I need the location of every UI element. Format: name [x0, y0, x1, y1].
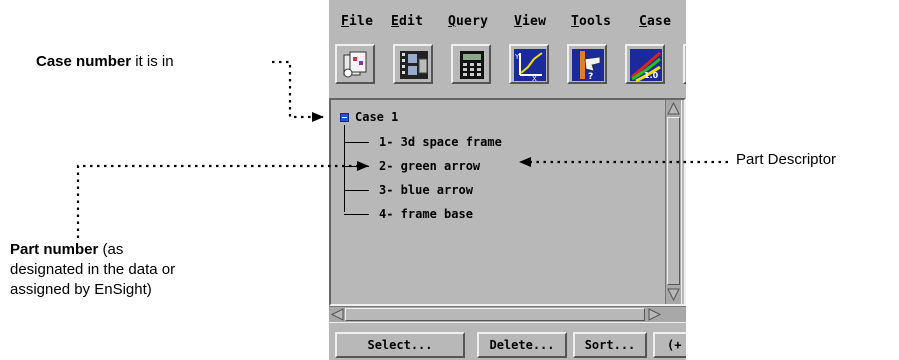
sphere-icon-button[interactable] [683, 44, 686, 84]
menu-case[interactable]: Case [639, 14, 671, 29]
query-hand-icon-button[interactable]: ? [567, 44, 607, 84]
collapse-icon[interactable] [340, 112, 349, 122]
parts-list[interactable]: Case 1 1- 3d space frame 2- green arrow … [329, 98, 686, 306]
case-label: Case 1 [355, 110, 399, 124]
sort-button[interactable]: Sort... [573, 332, 647, 358]
calculator-icon [460, 51, 484, 79]
svg-text:?: ? [588, 72, 593, 82]
horizontal-scroll-thumb[interactable] [345, 308, 645, 321]
menu-file[interactable]: File [341, 14, 373, 29]
delete-button[interactable]: Delete... [477, 332, 567, 358]
part-label: 2- green arrow [379, 159, 481, 173]
part-label: 4- frame base [379, 207, 473, 221]
horizontal-scrollbar[interactable] [329, 306, 686, 323]
calculator-icon-button[interactable] [451, 44, 491, 84]
part-label: 1- 3d space frame [379, 135, 502, 149]
case-number-annotation: Case number it is in [36, 53, 174, 70]
query-hand-icon: ? [572, 49, 604, 82]
scroll-right-icon[interactable] [647, 308, 662, 321]
scroll-up-icon[interactable] [667, 101, 680, 116]
colormap-icon-button[interactable]: 1.0 [625, 44, 665, 84]
part-number-leader-line [76, 161, 369, 238]
colormap-icon: 1.0 [630, 49, 662, 83]
menu-view[interactable]: View [514, 14, 546, 29]
menu-edit[interactable]: Edit [391, 14, 423, 29]
menu-bar: File Edit Query View Tools Case [329, 0, 686, 38]
select-button[interactable]: Select... [335, 332, 465, 358]
part-row-2[interactable]: 2- green arrow [344, 156, 480, 176]
scroll-down-icon[interactable] [667, 287, 680, 302]
part-row-4[interactable]: 4- frame base [344, 204, 473, 224]
menu-query[interactable]: Query [448, 14, 488, 29]
parts-icon [343, 51, 367, 78]
part-number-annotation: Part number (as designated in the data o… [10, 241, 176, 298]
film-icon [400, 51, 428, 79]
part-row-3[interactable]: 3- blue arrow [344, 180, 473, 200]
more-button[interactable]: (+ [653, 332, 686, 358]
vertical-scroll-thumb[interactable] [667, 117, 680, 285]
svg-text:1.0: 1.0 [644, 71, 659, 80]
svg-text:Y: Y [514, 53, 520, 61]
part-label: 3- blue arrow [379, 183, 473, 197]
svg-text:X: X [532, 75, 537, 83]
vertical-scrollbar[interactable] [665, 100, 682, 304]
menu-tools[interactable]: Tools [571, 14, 611, 29]
film-icon-button[interactable] [393, 44, 433, 84]
parts-icon-button[interactable] [335, 44, 375, 84]
parts-panel: File Edit Query View Tools Case Y X ? 1.… [329, 0, 686, 360]
plot-icon-button[interactable]: Y X [509, 44, 549, 84]
tree-root-case[interactable]: Case 1 [340, 110, 398, 124]
scroll-left-icon[interactable] [330, 308, 345, 321]
plot-icon: Y X [514, 49, 546, 83]
part-descriptor-annotation: Part Descriptor [736, 151, 837, 168]
toolbar: Y X ? 1.0 [329, 38, 686, 94]
part-row-1[interactable]: 1- 3d space frame [344, 132, 502, 152]
case-leader-line [272, 60, 324, 122]
action-buttons: Select... Delete... Sort... (+ [329, 330, 686, 360]
